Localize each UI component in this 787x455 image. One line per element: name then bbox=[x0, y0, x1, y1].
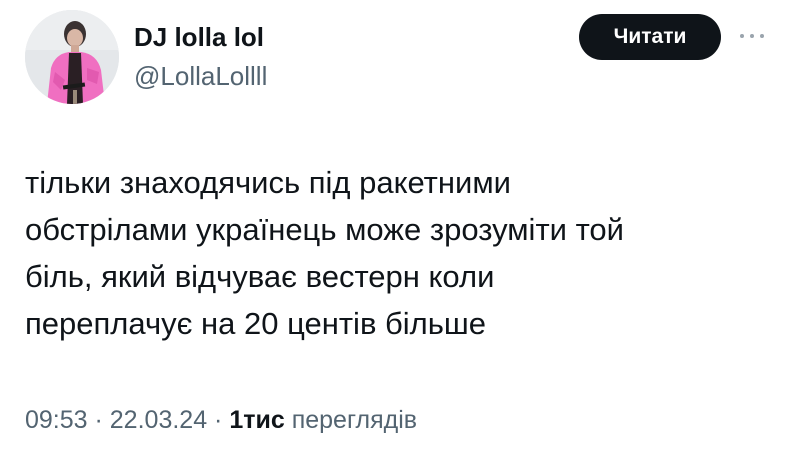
tweet-card: DJ lolla lol @LollaLollll Читати тільки … bbox=[0, 0, 787, 455]
more-horizontal-icon-dot bbox=[750, 34, 754, 38]
more-horizontal-icon-dot bbox=[760, 34, 764, 38]
more-options-button[interactable] bbox=[736, 24, 768, 48]
tweet-meta: 09:53 · 22.03.24 · 1тис переглядів bbox=[25, 402, 417, 438]
follow-button[interactable]: Читати bbox=[579, 14, 721, 60]
meta-separator: · bbox=[87, 406, 110, 434]
more-horizontal-icon bbox=[740, 34, 744, 38]
meta-separator: · bbox=[207, 406, 230, 434]
user-handle[interactable]: @LollaLollll bbox=[134, 59, 267, 93]
tweet-text: тільки знаходячись під ракетними обстріл… bbox=[25, 165, 624, 341]
display-name[interactable]: DJ lolla lol bbox=[134, 20, 264, 54]
user-avatar-photo-icon bbox=[25, 10, 119, 104]
views-label: переглядів bbox=[284, 406, 418, 434]
tweet-date[interactable]: 22.03.24 bbox=[110, 406, 207, 434]
tweet-time[interactable]: 09:53 bbox=[25, 406, 88, 434]
views-count[interactable]: 1тис bbox=[229, 406, 284, 434]
avatar[interactable] bbox=[25, 10, 119, 104]
